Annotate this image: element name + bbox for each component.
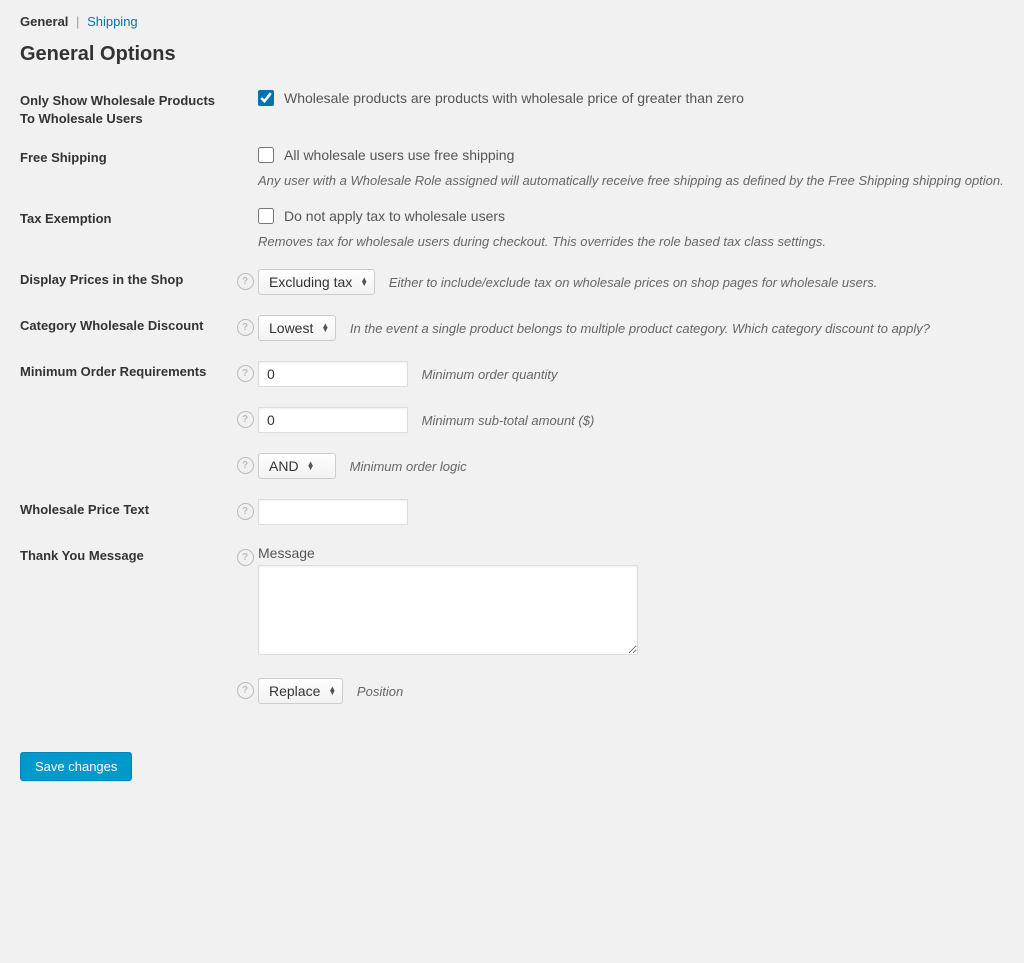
help-icon[interactable]: ? xyxy=(237,319,254,336)
chevron-updown-icon: ▲▼ xyxy=(328,687,336,695)
label-only-wholesale: Only Show Wholesale Products To Wholesal… xyxy=(20,88,232,127)
input-min-order-qty[interactable] xyxy=(258,361,408,387)
select-min-order-logic[interactable]: AND ▲▼ xyxy=(258,453,336,479)
label-thank-you: Thank You Message xyxy=(20,543,232,565)
help-icon[interactable]: ? xyxy=(237,457,254,474)
row-min-order-logic: ? AND ▲▼ Minimum order logic xyxy=(20,451,1004,479)
tab-separator: | xyxy=(76,14,79,29)
help-icon[interactable]: ? xyxy=(237,365,254,382)
select-category-discount[interactable]: Lowest ▲▼ xyxy=(258,315,336,341)
help-icon[interactable]: ? xyxy=(237,411,254,428)
select-display-prices-value: Excluding tax xyxy=(269,274,352,290)
hint-thank-you-position: Position xyxy=(357,684,403,699)
select-thank-you-position-value: Replace xyxy=(269,683,320,699)
label-min-order: Minimum Order Requirements xyxy=(20,359,232,381)
label-free-shipping: Free Shipping xyxy=(20,145,232,167)
select-thank-you-position[interactable]: Replace ▲▼ xyxy=(258,678,343,704)
row-only-wholesale: Only Show Wholesale Products To Wholesal… xyxy=(20,88,1004,127)
select-display-prices[interactable]: Excluding tax ▲▼ xyxy=(258,269,375,295)
label-category-discount: Category Wholesale Discount xyxy=(20,313,232,335)
chevron-updown-icon: ▲▼ xyxy=(307,462,315,470)
label-display-prices: Display Prices in the Shop xyxy=(20,267,232,289)
sublabel-thank-you-message: Message xyxy=(258,545,1004,561)
row-category-discount: Category Wholesale Discount ? Lowest ▲▼ … xyxy=(20,313,1004,341)
help-icon[interactable]: ? xyxy=(237,682,254,699)
tab-general[interactable]: General xyxy=(20,14,68,29)
checkbox-tax-exemption-input[interactable] xyxy=(258,208,274,224)
hint-free-shipping: Any user with a Wholesale Role assigned … xyxy=(258,173,1004,188)
input-price-text[interactable] xyxy=(258,499,408,525)
textarea-thank-you[interactable] xyxy=(258,565,638,655)
checkbox-only-wholesale-input[interactable] xyxy=(258,90,274,106)
row-min-subtotal: ? Minimum sub-total amount ($) xyxy=(20,405,1004,433)
row-thank-you: Thank You Message ? Message xyxy=(20,543,1004,658)
hint-min-subtotal: Minimum sub-total amount ($) xyxy=(422,413,595,428)
row-price-text: Wholesale Price Text ? xyxy=(20,497,1004,525)
row-display-prices: Display Prices in the Shop ? Excluding t… xyxy=(20,267,1004,295)
hint-tax-exemption: Removes tax for wholesale users during c… xyxy=(258,234,1004,249)
checkbox-only-wholesale[interactable]: Wholesale products are products with who… xyxy=(258,90,1004,106)
checkbox-free-shipping-label: All wholesale users use free shipping xyxy=(284,147,514,163)
checkbox-only-wholesale-label: Wholesale products are products with who… xyxy=(284,90,744,106)
row-thank-you-position: ? Replace ▲▼ Position xyxy=(20,676,1004,704)
help-icon[interactable]: ? xyxy=(237,549,254,566)
checkbox-tax-exemption[interactable]: Do not apply tax to wholesale users xyxy=(258,208,1004,224)
help-icon[interactable]: ? xyxy=(237,273,254,290)
hint-min-order-logic: Minimum order logic xyxy=(350,459,467,474)
row-tax-exemption: Tax Exemption Do not apply tax to wholes… xyxy=(20,206,1004,249)
chevron-updown-icon: ▲▼ xyxy=(321,324,329,332)
select-min-order-logic-value: AND xyxy=(269,458,299,474)
chevron-updown-icon: ▲▼ xyxy=(360,278,368,286)
row-min-order-qty: Minimum Order Requirements ? Minimum ord… xyxy=(20,359,1004,387)
label-price-text: Wholesale Price Text xyxy=(20,497,232,519)
checkbox-tax-exemption-label: Do not apply tax to wholesale users xyxy=(284,208,505,224)
tab-shipping[interactable]: Shipping xyxy=(87,14,138,29)
hint-display-prices: Either to include/exclude tax on wholesa… xyxy=(389,275,878,290)
hint-category-discount: In the event a single product belongs to… xyxy=(350,321,930,336)
input-min-subtotal[interactable] xyxy=(258,407,408,433)
checkbox-free-shipping-input[interactable] xyxy=(258,147,274,163)
checkbox-free-shipping[interactable]: All wholesale users use free shipping xyxy=(258,147,1004,163)
hint-min-order-qty: Minimum order quantity xyxy=(422,367,558,382)
help-icon[interactable]: ? xyxy=(237,503,254,520)
save-button[interactable]: Save changes xyxy=(20,752,132,781)
label-tax-exemption: Tax Exemption xyxy=(20,206,232,228)
page-title: General Options xyxy=(20,43,1004,66)
row-free-shipping: Free Shipping All wholesale users use fr… xyxy=(20,145,1004,188)
select-category-discount-value: Lowest xyxy=(269,320,313,336)
sub-tabs: General | Shipping xyxy=(20,14,1004,29)
